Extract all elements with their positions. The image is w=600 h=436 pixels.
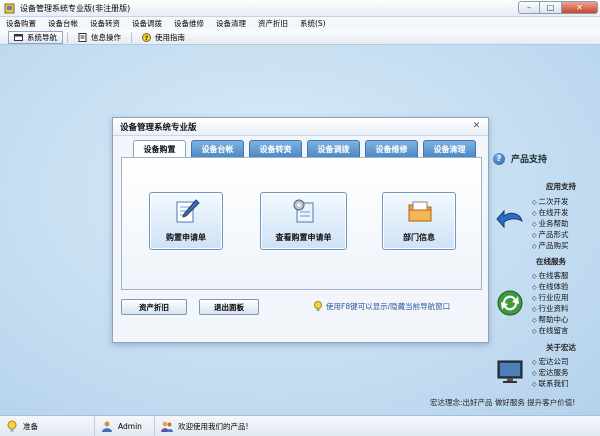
- product-support-label: 产品支持: [511, 155, 548, 165]
- window-controls: – □ ✕: [518, 1, 598, 14]
- refresh-globe-icon: [497, 290, 523, 316]
- status-welcome-text: 欢迎使用我们的产品!: [178, 421, 249, 431]
- status-bar: 准备 Admin 欢迎使用我们的产品!: [0, 415, 600, 436]
- menu-system[interactable]: 系统(S): [300, 18, 326, 29]
- product-support-panel: ? 产品支持 应用支持 二次开发 在线开发 业务帮助 产品形式 产品购买 在线服…: [488, 45, 600, 415]
- workspace: 设备管理系统专业版 ✕ 设备购置 设备台帐 设备转资 设备调拨 设备维修 设备清…: [0, 45, 600, 415]
- company-slogan: 宏达理念:出好产品 做好服务 提升客户价值!: [430, 398, 576, 407]
- toolbar-guide-label: 使用指南: [155, 32, 185, 42]
- purchase-request-button[interactable]: 购置申请单: [149, 192, 223, 250]
- window-title: 设备管理系统专业版(非注册版): [20, 3, 131, 13]
- link-online-message[interactable]: 在线留言: [532, 325, 569, 336]
- toolbar-info-label: 信息操作: [91, 32, 121, 42]
- link-industry-docs[interactable]: 行业资料: [532, 303, 569, 314]
- tab-ledger[interactable]: 设备台帐: [191, 140, 244, 157]
- dialog-tabs: 设备购置 设备台帐 设备转资 设备调拨 设备维修 设备清理: [133, 140, 481, 158]
- link-online-support[interactable]: 在线客服: [532, 270, 569, 281]
- user-icon: [102, 421, 112, 432]
- f8-hint: 使用F8键可以显示/隐藏当前导航窗口: [313, 301, 450, 312]
- link-service[interactable]: 宏达服务: [532, 367, 569, 378]
- dialog-title: 设备管理系统专业版: [113, 118, 488, 136]
- toolbar-info-button[interactable]: 信息操作: [72, 31, 127, 44]
- toolbar-separator: [131, 31, 132, 43]
- toolbar-guide-button[interactable]: ? 使用指南: [136, 31, 191, 44]
- minimize-button[interactable]: –: [518, 1, 540, 14]
- navigation-icon: [14, 33, 23, 41]
- toolbar-nav-button[interactable]: 系统导航: [8, 30, 63, 44]
- tab-purchase[interactable]: 设备购置: [133, 140, 186, 158]
- close-button[interactable]: ✕: [562, 1, 598, 14]
- f8-hint-text: 使用F8键可以显示/隐藏当前导航窗口: [326, 302, 451, 311]
- toolbar-nav-label: 系统导航: [27, 32, 57, 42]
- pen-document-icon: [176, 199, 200, 223]
- help-icon: ?: [142, 32, 151, 42]
- link-product-form[interactable]: 产品形式: [532, 229, 569, 240]
- navigation-dialog: 设备管理系统专业版 ✕ 设备购置 设备台帐 设备转资 设备调拨 设备维修 设备清…: [112, 117, 489, 343]
- question-icon: ?: [493, 152, 505, 165]
- view-purchase-request-label: 查看购置申请单: [275, 233, 332, 242]
- gear-document-icon: [293, 199, 314, 223]
- svg-text:?: ?: [145, 35, 149, 42]
- menu-allocation[interactable]: 设备调拨: [132, 18, 162, 29]
- menu-transfer[interactable]: 设备转资: [90, 18, 120, 29]
- tab-panel: 购置申请单 查看购置申请单 部门信息: [121, 157, 482, 290]
- maximize-button[interactable]: □: [540, 1, 562, 14]
- link-secondary-dev[interactable]: 二次开发: [532, 196, 569, 207]
- status-user: Admin: [95, 415, 155, 436]
- link-help-center[interactable]: 帮助中心: [532, 314, 569, 325]
- depreciation-button[interactable]: 资产折旧: [121, 299, 187, 315]
- menu-bar: 设备购置 设备台帐 设备转资 设备调拨 设备维修 设备清理 资产折旧 系统(S): [0, 17, 600, 30]
- department-info-label: 部门信息: [403, 233, 435, 242]
- toolbar-separator: [67, 31, 68, 43]
- link-contact[interactable]: 联系我们: [532, 378, 569, 389]
- menu-purchase[interactable]: 设备购置: [6, 18, 36, 29]
- status-welcome: 欢迎使用我们的产品!: [155, 416, 255, 436]
- menu-repair[interactable]: 设备维修: [174, 18, 204, 29]
- status-ready-text: 准备: [23, 421, 38, 431]
- link-industry-app[interactable]: 行业应用: [532, 292, 569, 303]
- app-support-heading: 应用支持: [546, 182, 576, 191]
- title-bar: 设备管理系统专业版(非注册版) – □ ✕: [0, 0, 600, 17]
- people-icon: [161, 421, 173, 432]
- toolbar: 系统导航 信息操作 ? 使用指南: [0, 30, 600, 45]
- link-online-trial[interactable]: 在线体验: [532, 281, 569, 292]
- app-icon: [4, 3, 15, 13]
- department-info-button[interactable]: 部门信息: [382, 192, 456, 250]
- view-purchase-request-button[interactable]: 查看购置申请单: [260, 192, 347, 250]
- status-ready: 准备: [0, 415, 95, 436]
- menu-clearance[interactable]: 设备清理: [216, 18, 246, 29]
- link-company[interactable]: 宏达公司: [532, 356, 569, 367]
- document-icon: [78, 32, 87, 42]
- exit-panel-button[interactable]: 退出面板: [199, 299, 259, 315]
- purchase-request-label: 购置申请单: [166, 233, 206, 242]
- link-business-help[interactable]: 业务帮助: [532, 218, 569, 229]
- dialog-close-icon[interactable]: ✕: [471, 121, 482, 132]
- link-product-buy[interactable]: 产品购买: [532, 240, 569, 251]
- menu-ledger[interactable]: 设备台帐: [48, 18, 78, 29]
- about-heading: 关于宏达: [546, 343, 576, 352]
- online-service-heading: 在线服务: [536, 257, 566, 266]
- lightbulb-icon: [7, 420, 17, 432]
- tab-transfer[interactable]: 设备转资: [249, 140, 302, 157]
- tab-allocation[interactable]: 设备调拨: [307, 140, 360, 157]
- tab-clearance[interactable]: 设备清理: [423, 140, 476, 157]
- menu-depreciation[interactable]: 资产折旧: [258, 18, 288, 29]
- tab-repair[interactable]: 设备维修: [365, 140, 418, 157]
- arrow-icon: [496, 209, 523, 229]
- status-user-text: Admin: [118, 421, 142, 431]
- product-support-title: ? 产品支持: [493, 152, 547, 165]
- folder-icon: [408, 201, 432, 222]
- link-online-dev[interactable]: 在线开发: [532, 207, 569, 218]
- monitor-icon: [497, 360, 523, 383]
- lightbulb-icon: [314, 301, 322, 311]
